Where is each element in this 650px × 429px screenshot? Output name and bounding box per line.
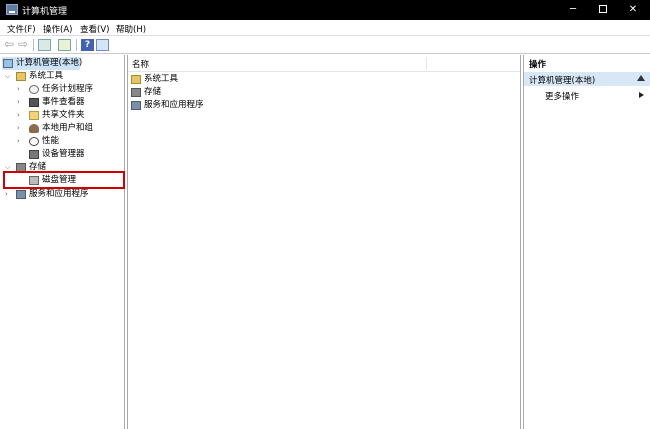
tools-icon (16, 72, 26, 81)
more-actions-label: 更多操作 (545, 92, 580, 102)
help-icon[interactable]: ? (81, 39, 94, 51)
back-arrow-icon[interactable]: ⇦ (4, 38, 17, 51)
tree-label: 设备管理器 (42, 149, 85, 159)
tree-label: 性能 (42, 136, 60, 146)
shared-folder-icon (29, 111, 39, 120)
actions-pane: 操作 计算机管理(本地) 更多操作 (523, 55, 650, 429)
show-action-pane-icon[interactable] (96, 39, 109, 51)
expand-chevron-icon[interactable]: › (17, 109, 25, 122)
content-list: 名称 系统工具 存储 服务和应用程序 (127, 55, 521, 429)
computer-management-icon (6, 4, 18, 15)
tree-label: 本地用户和组 (42, 123, 94, 133)
navigation-tree: 计算机管理(本地) ⌵ 系统工具 › 任务计划程序 › 事件查看器 › 共享文件… (0, 55, 125, 429)
tree-label: 任务计划程序 (42, 84, 94, 94)
actions-section-computer[interactable]: 计算机管理(本地) (524, 72, 650, 86)
tree-item-performance[interactable]: › 性能 (17, 135, 122, 148)
list-item-label: 系统工具 (144, 74, 179, 84)
event-viewer-icon (29, 98, 39, 107)
menu-help[interactable]: 帮助(H) (116, 23, 146, 35)
expand-chevron-icon[interactable]: › (5, 188, 13, 201)
storage-icon (131, 88, 141, 97)
menu-bar: 文件(F) 操作(A) 查看(V) 帮助(H) (0, 20, 650, 36)
performance-icon (29, 137, 39, 146)
more-actions-item[interactable]: 更多操作 (524, 88, 650, 102)
tree-item-task-scheduler[interactable]: › 任务计划程序 (17, 83, 122, 96)
window-title: 计算机管理 (22, 7, 68, 17)
up-one-level-icon[interactable] (38, 39, 51, 51)
collapse-up-icon[interactable] (637, 75, 645, 81)
actions-header: 操作 (529, 60, 547, 70)
menu-action[interactable]: 操作(A) (43, 23, 72, 35)
tree-item-services[interactable]: › 服务和应用程序 (5, 188, 115, 201)
highlight-annotation (3, 171, 125, 189)
list-item-label: 存储 (144, 87, 162, 97)
maximize-button[interactable] (588, 0, 618, 20)
tools-icon (131, 75, 141, 84)
show-hide-tree-icon[interactable] (58, 39, 71, 51)
column-divider[interactable] (426, 57, 427, 70)
tree-item-device-manager[interactable]: 设备管理器 (17, 148, 122, 161)
toolbar: ⇦ ⇨ ? (0, 36, 650, 54)
tree-label: 服务和应用程序 (29, 189, 89, 199)
expand-chevron-icon[interactable]: › (17, 96, 25, 109)
tree-label: 计算机管理(本地) (16, 58, 83, 68)
maximize-icon (599, 5, 607, 13)
expand-chevron-icon[interactable]: › (17, 135, 25, 148)
close-button[interactable]: ✕ (618, 0, 648, 20)
tree-item-local-users[interactable]: › 本地用户和组 (17, 122, 122, 135)
computer-icon (3, 59, 13, 68)
tree-label: 事件查看器 (42, 97, 85, 107)
menu-file[interactable]: 文件(F) (7, 23, 36, 35)
tree-label: 共享文件夹 (42, 110, 85, 120)
column-name-header[interactable]: 名称 (132, 58, 149, 70)
services-icon (16, 190, 26, 199)
clock-icon (29, 85, 39, 94)
tree-label: 系统工具 (29, 71, 64, 81)
toolbar-separator (76, 39, 77, 51)
tree-item-system-tools[interactable]: ⌵ 系统工具 (5, 70, 115, 83)
list-item-label: 服务和应用程序 (144, 100, 204, 110)
menu-view[interactable]: 查看(V) (80, 23, 109, 35)
users-icon (29, 124, 39, 133)
minimize-button[interactable]: ─ (558, 0, 588, 20)
expand-chevron-icon[interactable]: › (17, 122, 25, 135)
submenu-arrow-icon (639, 92, 644, 98)
forward-arrow-icon[interactable]: ⇨ (18, 38, 31, 51)
device-manager-icon (29, 150, 39, 159)
services-icon (131, 101, 141, 110)
actions-section-label: 计算机管理(本地) (529, 76, 596, 86)
tree-item-event-viewer[interactable]: › 事件查看器 (17, 96, 122, 109)
toolbar-separator (33, 39, 34, 51)
expand-chevron-icon[interactable]: › (17, 83, 25, 96)
column-header: 名称 (128, 55, 520, 72)
collapse-chevron-icon[interactable]: ⌵ (5, 70, 13, 83)
tree-item-shared-folders[interactable]: › 共享文件夹 (17, 109, 122, 122)
tree-item-root[interactable]: 计算机管理(本地) (2, 57, 83, 70)
title-bar: 计算机管理 ─ ✕ (0, 0, 650, 20)
